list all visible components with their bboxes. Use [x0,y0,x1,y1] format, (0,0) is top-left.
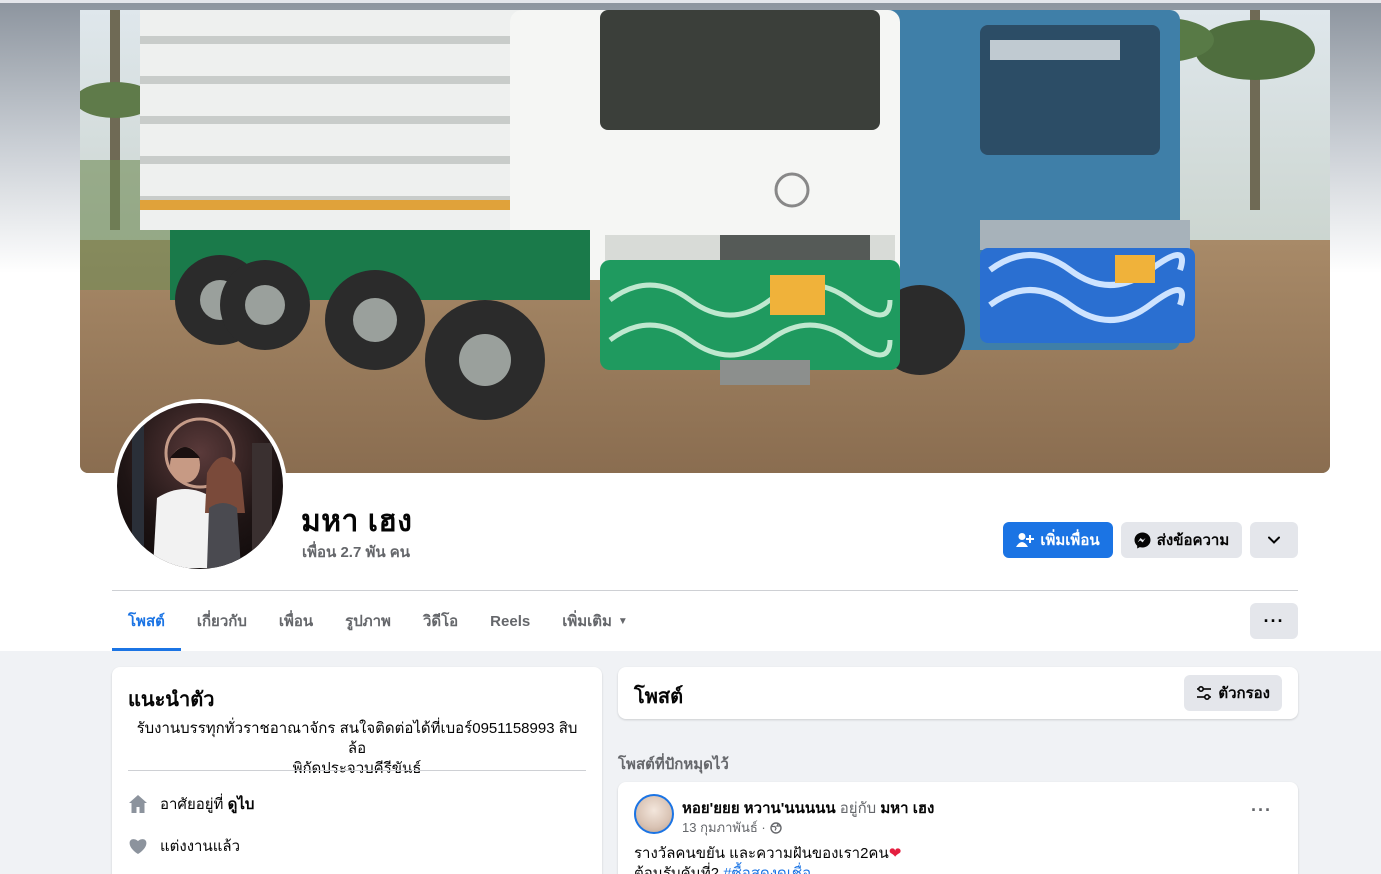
intro-bio-line-1: รับงานบรรทุกทั่วราชอาณาจักร สนใจติดต่อได… [136,720,578,757]
intro-relationship-label: แต่งงานแล้ว [160,838,241,855]
profile-avatar[interactable] [113,399,287,573]
pinned-post: หอย'ยยย หวาน'นนนนน อยู่กับ มหา เฮง 13 กุ… [618,782,1298,874]
posts-title: โพสต์ [634,686,684,708]
tab-more-label: เพิ่มเติม [562,613,612,630]
post-text-line-2: ต้อนรับคันที่2 [634,865,720,874]
cover-photo[interactable] [80,10,1330,473]
more-horizontal-icon: ··· [1251,800,1272,820]
tab-about-label: เกี่ยวกับ [196,613,247,630]
cover-photo-trucks-illustration [80,10,1330,473]
tabs-overflow-button[interactable]: ··· [1250,603,1298,639]
tab-photos[interactable]: รูปภาพ [329,591,407,651]
post-hashtag[interactable]: #ซื้อสดงดเชื่อ [723,865,811,874]
tab-videos-label: วิดีโอ [422,613,459,630]
tab-videos[interactable]: วิดีโอ [407,591,474,651]
caret-down-icon: ▼ [617,615,628,627]
tab-reels[interactable]: Reels [474,591,546,651]
message-button[interactable]: ส่งข้อความ [1121,522,1242,558]
profile-name: มหา เฮง [301,505,413,538]
post-options-button[interactable]: ··· [1251,800,1272,821]
post-text: รางวัลคนขยัน และความฝันของเรา2คน❤ ต้อนรั… [634,844,901,874]
pinned-posts-label: โพสต์ที่ปักหมุดไว้ [618,756,729,773]
intro-lives-place[interactable]: ดูไบ [228,796,255,813]
chevron-down-icon [1268,536,1280,544]
post-tagged-name[interactable]: มหา เฮง [880,800,934,817]
more-horizontal-icon: ··· [1263,610,1285,631]
tab-about[interactable]: เกี่ยวกับ [181,591,263,651]
tab-more[interactable]: เพิ่มเติม ▼ [546,591,644,651]
globe-icon [770,821,782,834]
post-with-text: อยู่กับ [839,800,877,817]
filter-button[interactable]: ตัวกรอง [1184,675,1282,711]
tab-reels-label: Reels [490,612,531,630]
intro-divider [128,770,586,771]
friends-count[interactable]: เพื่อน 2.7 พัน คน [302,540,410,564]
filter-label: ตัวกรอง [1218,685,1270,702]
tab-friends[interactable]: เพื่อน [263,591,329,651]
filter-icon [1197,686,1212,700]
add-friend-button[interactable]: เพิ่มเพื่อน [1003,522,1113,558]
intro-lives-in: อาศัยอยู่ที่ ดูไบ [128,792,254,816]
add-friend-label: เพิ่มเพื่อน [1040,532,1100,549]
intro-card: แนะนำตัว รับงานบรรทุกทั่วราชอาณาจักร สนใ… [112,667,602,874]
post-author-name[interactable]: หอย'ยยย หวาน'นนนนน [682,800,836,817]
red-heart-icon: ❤ [888,845,902,862]
profile-avatar-photo [117,403,283,569]
home-icon [128,794,148,814]
post-text-line-1: รางวัลคนขยัน และความฝันของเรา2คน [634,845,889,862]
heart-icon [128,836,148,856]
tab-posts[interactable]: โพสต์ [112,591,181,651]
posts-header-card: โพสต์ ตัวกรอง [618,667,1298,719]
add-friend-icon [1016,533,1035,547]
intro-relationship: แต่งงานแล้ว [128,834,240,858]
message-label: ส่งข้อความ [1156,532,1230,549]
tab-friends-label: เพื่อน [278,613,314,630]
intro-title: แนะนำตัว [128,689,215,711]
profile-tabs: โพสต์ เกี่ยวกับ เพื่อน รูปภาพ วิดีโอ Ree… [112,591,644,651]
post-date[interactable]: 13 กุมภาพันธ์ · [682,817,766,838]
intro-bio-line-2: พิกัดประจวบคีรีขันธ์ [292,760,422,777]
more-actions-button[interactable] [1250,522,1298,558]
messenger-icon [1134,532,1151,548]
tab-photos-label: รูปภาพ [345,613,391,630]
intro-lives-prefix: อาศัยอยู่ที่ [160,796,224,813]
post-meta: 13 กุมภาพันธ์ · [682,817,782,838]
tab-posts-label: โพสต์ [128,613,165,630]
post-author-avatar[interactable] [634,794,674,834]
